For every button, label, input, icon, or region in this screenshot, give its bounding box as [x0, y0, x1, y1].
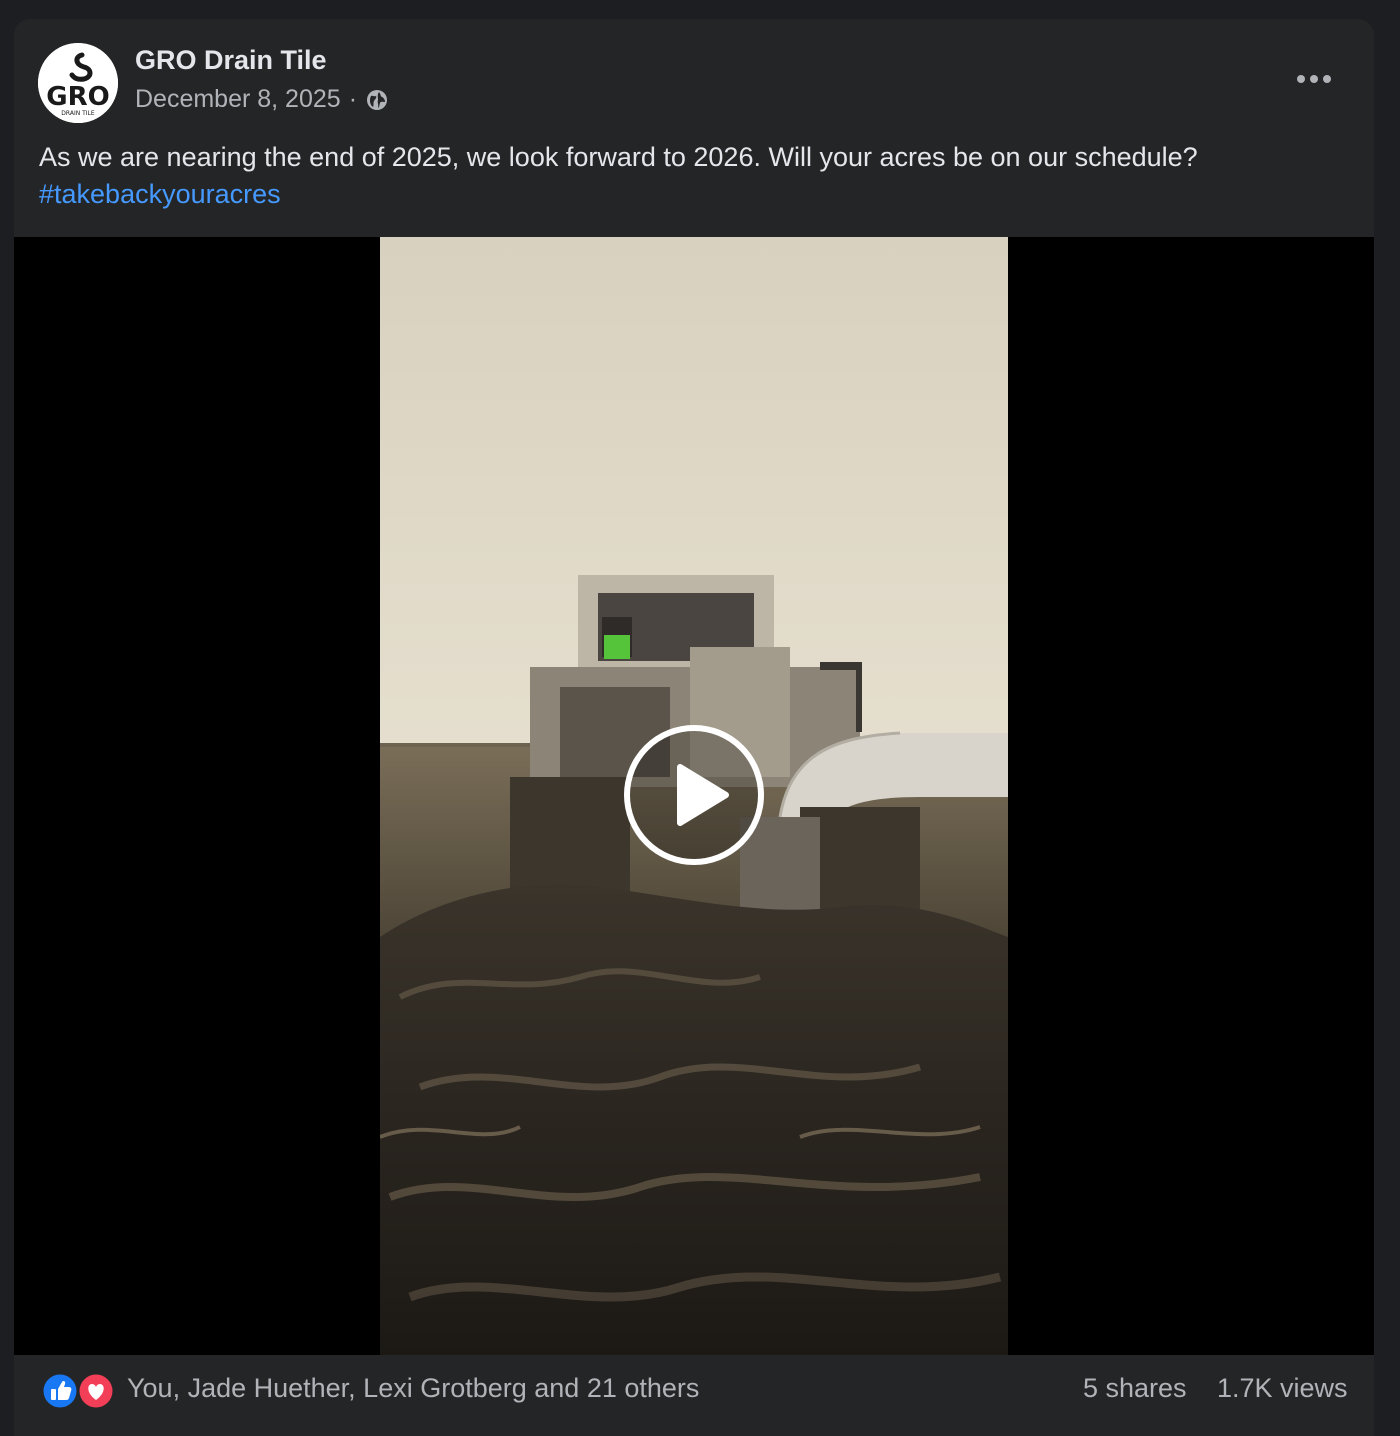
reactions-bar: You, Jade Huether, Lexi Grotberg and 21 …	[14, 1355, 1374, 1425]
svg-text:DRAIN TILE: DRAIN TILE	[61, 110, 95, 117]
play-button[interactable]	[622, 723, 766, 867]
feed-page: GRO DRAIN TILE GRO Drain Tile December 8…	[0, 0, 1400, 1436]
gro-logo: GRO DRAIN TILE	[38, 43, 118, 123]
reaction-icons[interactable]	[40, 1371, 120, 1411]
page-avatar[interactable]: GRO DRAIN TILE	[38, 43, 118, 123]
post-body: As we are nearing the end of 2025, we lo…	[39, 139, 1349, 213]
like-icon	[40, 1371, 80, 1411]
post-message: As we are nearing the end of 2025, we lo…	[39, 142, 1198, 172]
love-icon	[76, 1371, 116, 1411]
more-options-button[interactable]	[1290, 57, 1338, 101]
post-header: GRO DRAIN TILE GRO Drain Tile December 8…	[14, 19, 1374, 139]
play-icon	[624, 725, 764, 865]
shares-count[interactable]: 5 shares	[1083, 1373, 1187, 1404]
post-card: GRO DRAIN TILE GRO Drain Tile December 8…	[14, 19, 1374, 1436]
more-dots-icon	[1297, 75, 1331, 83]
globe-icon[interactable]	[365, 88, 389, 112]
meta-separator: ·	[348, 85, 358, 113]
video-player[interactable]	[14, 237, 1374, 1355]
svg-text:GRO: GRO	[46, 82, 109, 112]
views-count: 1.7K views	[1217, 1373, 1348, 1403]
reactors-summary[interactable]: You, Jade Huether, Lexi Grotberg and 21 …	[127, 1373, 699, 1404]
post-date[interactable]: December 8, 2025	[135, 85, 341, 114]
page-name-link[interactable]: GRO Drain Tile	[135, 45, 327, 76]
hashtag-link[interactable]: #takebackyouracres	[39, 176, 1349, 213]
post-meta: December 8, 2025 ·	[135, 85, 389, 114]
